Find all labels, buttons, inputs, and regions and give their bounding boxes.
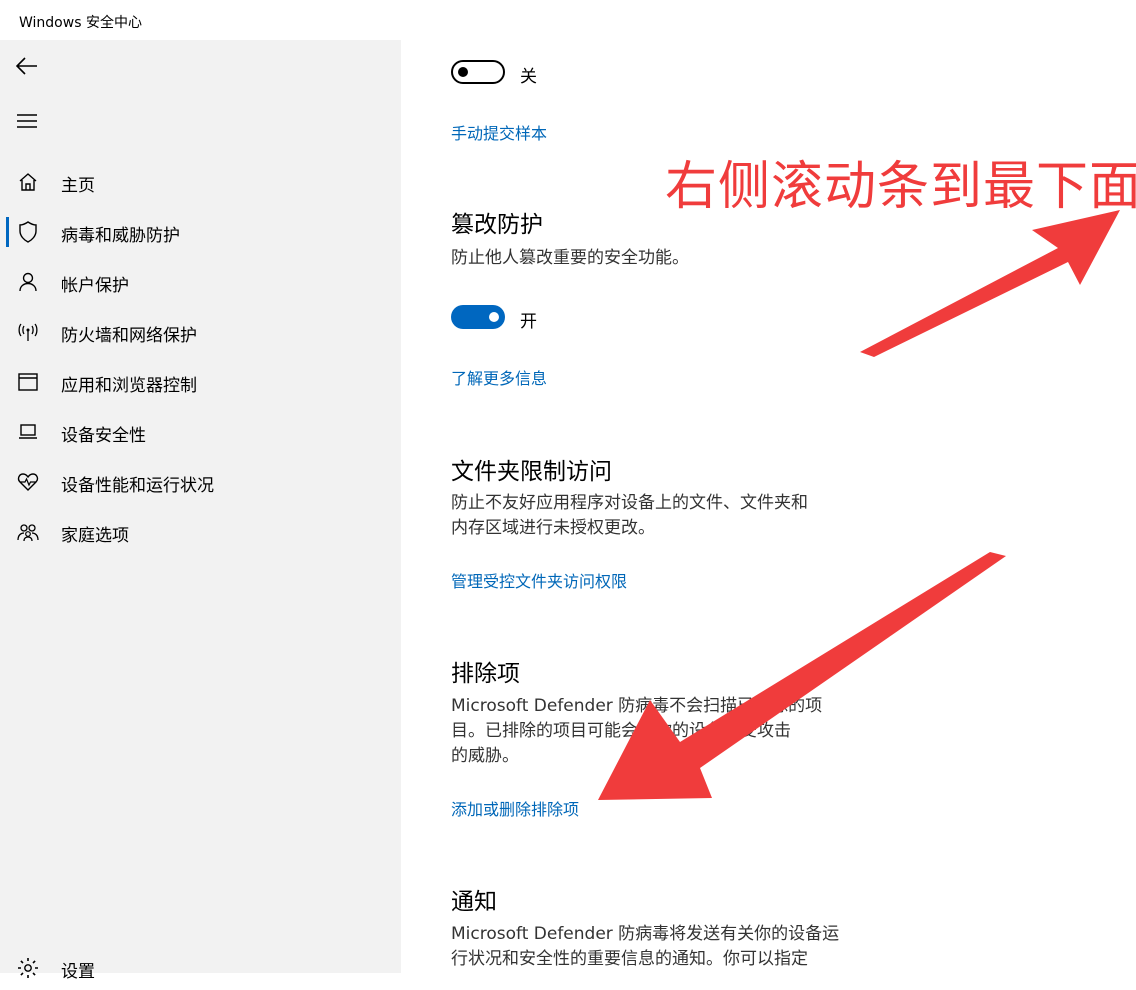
nav-item-device-security[interactable]: 设备安全性 xyxy=(0,410,401,454)
title-bar: Windows 安全中心 xyxy=(0,0,1136,40)
submit-sample-link[interactable]: 手动提交样本 xyxy=(451,120,547,144)
family-icon xyxy=(16,520,40,544)
add-remove-exclusions-link[interactable]: 添加或删除排除项 xyxy=(451,796,579,820)
nav-item-label: 防火墙和网络保护 xyxy=(61,326,197,346)
menu-button[interactable] xyxy=(14,108,40,134)
nav-item-device-performance[interactable]: 设备性能和运行状况 xyxy=(0,460,401,504)
nav-item-label: 应用和浏览器控制 xyxy=(61,376,197,396)
notifications-title: 通知 xyxy=(451,889,497,915)
tamper-protection-title: 篡改防护 xyxy=(451,212,543,238)
nav-item-settings[interactable]: 设置 xyxy=(0,946,401,990)
nav-item-app-browser[interactable]: 应用和浏览器控制 xyxy=(0,360,401,404)
selection-indicator xyxy=(6,217,9,247)
gear-icon xyxy=(16,956,40,980)
annotation-text: 右侧滚动条到最下面 xyxy=(665,157,1136,217)
toggle-knob xyxy=(458,67,468,77)
nav-item-family-options[interactable]: 家庭选项 xyxy=(0,510,401,554)
folder-access-desc-line1: 防止不友好应用程序对设备上的文件、文件夹和 xyxy=(451,493,808,513)
back-arrow-icon xyxy=(16,57,37,75)
learn-more-link[interactable]: 了解更多信息 xyxy=(451,365,547,389)
nav-item-label: 家庭选项 xyxy=(61,526,129,546)
folder-access-title: 文件夹限制访问 xyxy=(451,459,612,485)
wifi-antenna-icon xyxy=(16,320,40,344)
sidebar: 主页 病毒和威胁防护 帐户保护 防火墙和网络保护 应用和浏览器控制 设备安全性 xyxy=(0,40,401,982)
exclusions-desc-line1: Microsoft Defender 防病毒不会扫描已排除的项 xyxy=(451,696,823,716)
nav-item-label: 设备安全性 xyxy=(61,426,146,446)
nav-item-virus-protection[interactable]: 病毒和威胁防护 xyxy=(0,210,401,254)
nav-item-label: 帐户保护 xyxy=(61,276,129,296)
tamper-protection-desc: 防止他人篡改重要的安全功能。 xyxy=(451,248,689,268)
toggle-knob xyxy=(489,312,499,322)
hamburger-icon xyxy=(17,114,37,128)
nav-item-label: 设备性能和运行状况 xyxy=(61,476,214,496)
exclusions-title: 排除项 xyxy=(451,661,520,687)
tamper-toggle-state: 开 xyxy=(520,312,537,332)
exclusions-desc-line2: 目。已排除的项目可能会使你的设备易受攻击 xyxy=(451,721,791,741)
shield-icon xyxy=(16,220,40,244)
nav-item-label: 主页 xyxy=(61,176,95,196)
person-icon xyxy=(16,270,40,294)
nav-item-home[interactable]: 主页 xyxy=(0,160,401,204)
window-title: Windows 安全中心 xyxy=(19,15,142,31)
home-icon xyxy=(16,170,40,194)
tamper-protection-toggle[interactable] xyxy=(451,305,505,329)
nav-item-firewall[interactable]: 防火墙和网络保护 xyxy=(0,310,401,354)
notifications-desc-line1: Microsoft Defender 防病毒将发送有关你的设备运 xyxy=(451,924,840,944)
back-button[interactable] xyxy=(14,53,40,79)
nav-item-label: 病毒和威胁防护 xyxy=(61,226,180,246)
heart-pulse-icon xyxy=(16,470,40,494)
browser-window-icon xyxy=(16,370,40,394)
sample-submission-toggle[interactable] xyxy=(451,60,505,84)
exclusions-desc-line3: 的威胁。 xyxy=(451,746,519,766)
laptop-icon xyxy=(16,420,40,444)
sample-toggle-state: 关 xyxy=(520,67,537,87)
notifications-desc-line2: 行状况和安全性的重要信息的通知。你可以指定 xyxy=(451,949,808,969)
nav-item-label: 设置 xyxy=(61,962,95,982)
manage-folder-access-link[interactable]: 管理受控文件夹访问权限 xyxy=(451,568,627,592)
nav-item-account-protection[interactable]: 帐户保护 xyxy=(0,260,401,304)
folder-access-desc-line2: 内存区域进行未授权更改。 xyxy=(451,518,655,538)
